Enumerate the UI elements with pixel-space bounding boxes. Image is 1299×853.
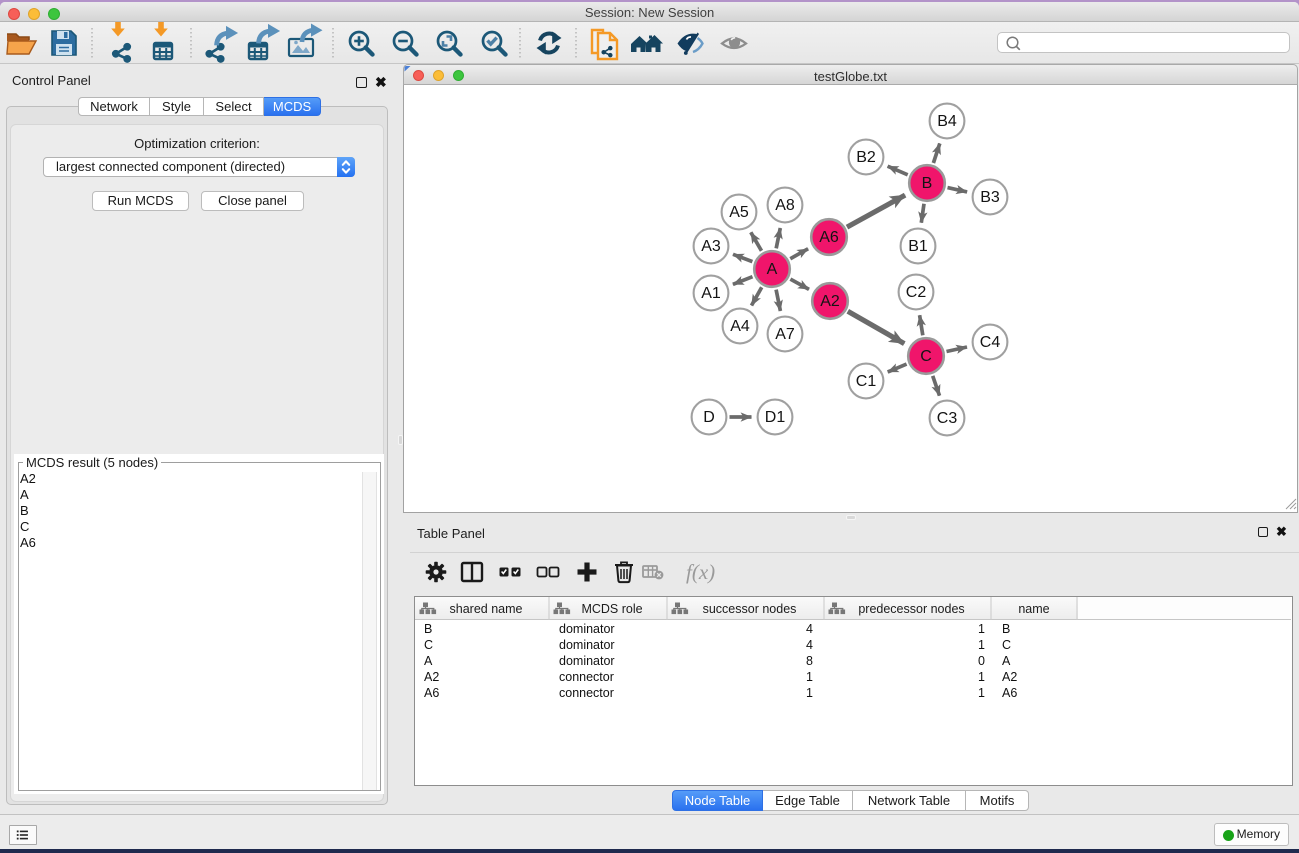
svg-text:MCDS role: MCDS role: [581, 602, 642, 616]
svg-text:shared name: shared name: [450, 602, 523, 616]
svg-text:predecessor nodes: predecessor nodes: [858, 602, 964, 616]
svg-text:name: name: [1018, 602, 1049, 616]
svg-text:successor nodes: successor nodes: [703, 602, 797, 616]
svg-text:f(x): f(x): [686, 560, 715, 584]
